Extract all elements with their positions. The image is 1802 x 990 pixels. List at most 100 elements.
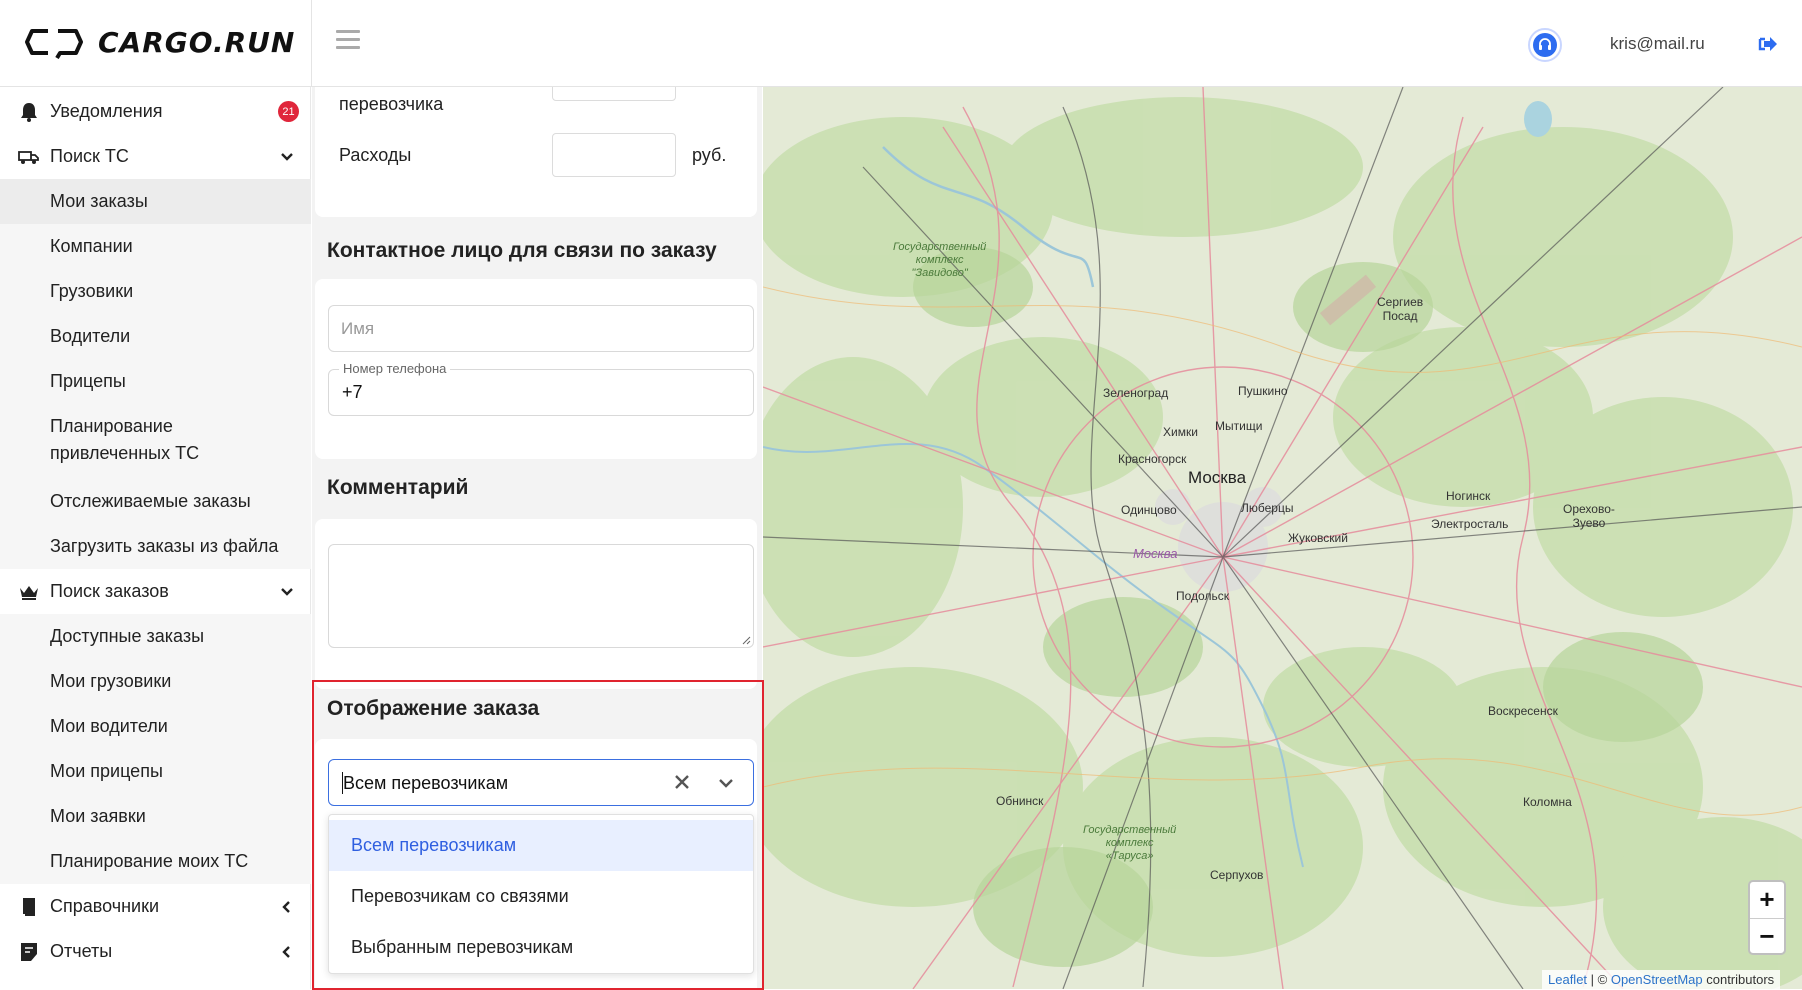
clear-icon[interactable] [673, 773, 691, 791]
headset-icon [1533, 33, 1557, 57]
sidebar-item-label: Мои заказы [50, 191, 148, 211]
order-visibility-select[interactable]: Всем перевозчикам [328, 759, 754, 806]
sidebar-item-label: Уведомления [50, 101, 163, 121]
sidebar-item-companies[interactable]: Компании [0, 224, 311, 269]
contact-name-placeholder: Имя [341, 319, 375, 338]
sidebar-item-drivers[interactable]: Водители [0, 314, 311, 359]
map-label-zhukovsky: Жуковский [1288, 531, 1348, 545]
expenses-input[interactable] [552, 133, 676, 177]
option-selected-carriers[interactable]: Выбранным перевозчикам [329, 922, 753, 973]
menu-toggle-icon[interactable] [336, 30, 360, 52]
sidebar-item-label: Доступные заказы [50, 626, 205, 646]
order-form-panel: перевозчика Расходы руб. Контактное лицо… [312, 87, 762, 989]
sidebar-item-tracked-orders[interactable]: Отслеживаемые заказы [0, 479, 311, 524]
visibility-options-dropdown: Всем перевозчикам Перевозчикам со связям… [328, 814, 754, 974]
map-label-khimki: Химки [1163, 425, 1198, 439]
sidebar-item-my-trailers[interactable]: Мои прицепы [0, 749, 311, 794]
map-label-tarusa: Государственный комплекс «Таруса» [1083, 824, 1177, 862]
sidebar-group-label: Справочники [50, 896, 160, 916]
leaflet-link[interactable]: Leaflet [1548, 972, 1587, 987]
chevron-left-icon [282, 900, 290, 913]
sidebar-item-label: Прицепы [50, 371, 126, 391]
map-label-noginsk: Ногинск [1446, 489, 1491, 503]
chevron-down-icon [281, 152, 293, 161]
expenses-label: Расходы [339, 145, 412, 165]
map-label-zavidovo: Государственный комплекс "Завидово" [893, 241, 987, 279]
chevron-down-icon [281, 587, 293, 596]
sidebar-item-label: Мои заявки [50, 806, 146, 826]
sidebar-item-notifications[interactable]: Уведомления 21 [0, 89, 311, 134]
map-zoom-control: + − [1748, 880, 1786, 955]
resize-handle-icon[interactable] [741, 635, 751, 645]
map-label-kolomna: Коломна [1523, 795, 1572, 809]
report-icon [18, 941, 40, 963]
sidebar-group-references[interactable]: Справочники [0, 884, 311, 929]
carrier-label: перевозчика [339, 94, 444, 114]
sidebar-item-my-requests[interactable]: Мои заявки [0, 794, 311, 839]
book-icon [18, 896, 40, 918]
sidebar-item-label: Отслеживаемые заказы [50, 491, 251, 511]
option-all-carriers[interactable]: Всем перевозчикам [329, 820, 753, 871]
map-label-lyubertsy: Люберцы [1241, 501, 1294, 515]
attribution-separator: | © [1587, 972, 1611, 987]
comment-textarea[interactable] [328, 544, 754, 648]
map-tiles [763, 87, 1802, 989]
sidebar-item-trucks[interactable]: Грузовики [0, 269, 311, 314]
logout-icon[interactable] [1758, 35, 1778, 53]
costs-card: перевозчика Расходы руб. [315, 87, 757, 217]
contact-card: Имя Номер телефона +7 [315, 279, 757, 459]
carrier-price-input[interactable] [552, 87, 676, 101]
sidebar-item-label: Планирование моих ТС [50, 851, 249, 871]
sidebar-item-my-trucks[interactable]: Мои грузовики [0, 659, 311, 704]
sidebar-item-planning-attracted[interactable]: Планирование привлеченных ТС [0, 404, 311, 479]
sidebar-item-available-orders[interactable]: Доступные заказы [0, 614, 311, 659]
map-label-podolsk: Подольск [1176, 589, 1229, 603]
sidebar-item-label: Компании [50, 236, 133, 256]
comment-card [315, 519, 757, 689]
zoom-out-button[interactable]: − [1750, 919, 1784, 954]
sidebar-item-label: Мои грузовики [50, 671, 172, 691]
sidebar: Уведомления 21 Поиск ТС Мои заказы Компа… [0, 87, 311, 989]
user-email[interactable]: kris@mail.ru [1610, 34, 1705, 54]
sidebar-item-my-vehicle-planning[interactable]: Планирование моих ТС [0, 839, 311, 884]
map-label-moscow-region: Москва [1133, 546, 1178, 561]
sidebar-group-label: Поиск заказов [50, 581, 169, 601]
logo-text: CARGO.RUN [98, 25, 296, 59]
sidebar-group-search-orders[interactable]: Поиск заказов [0, 569, 311, 614]
sidebar-group-reports[interactable]: Отчеты [0, 929, 311, 974]
select-value: Всем перевозчикам [343, 773, 509, 793]
display-card: Всем перевозчикам Всем перевозчикам Пере… [315, 739, 757, 989]
chevron-left-icon [282, 945, 290, 958]
logo[interactable]: CARGO.RUN [24, 22, 295, 62]
chevron-down-icon[interactable] [717, 775, 735, 791]
truck-icon [18, 146, 40, 168]
map-label-moscow: Москва [1188, 468, 1247, 487]
map[interactable]: Зеленоград Пушкино Химки Мытищи Красного… [763, 87, 1802, 989]
sidebar-item-my-orders[interactable]: Мои заказы [0, 179, 311, 224]
sidebar-item-my-drivers[interactable]: Мои водители [0, 704, 311, 749]
contact-name-input[interactable]: Имя [328, 305, 754, 352]
map-label-obninsk: Обнинск [996, 794, 1044, 808]
contact-phone-input[interactable]: Номер телефона +7 [328, 361, 754, 416]
map-label-sergiev-posad: Сергиев Посад [1377, 295, 1424, 323]
osm-link[interactable]: OpenStreetMap [1611, 972, 1703, 987]
header-divider [311, 0, 312, 87]
map-label-odintsovo: Одинцово [1121, 503, 1177, 517]
support-button[interactable] [1528, 28, 1562, 62]
crown-icon [18, 581, 40, 603]
sidebar-group-search-vehicles[interactable]: Поиск ТС [0, 134, 311, 179]
app-header: CARGO.RUN kris@mail.ru [0, 0, 1802, 87]
sidebar-item-trailers[interactable]: Прицепы [0, 359, 311, 404]
map-label-mytishchi: Мытищи [1215, 419, 1263, 433]
map-label-voskresensk: Воскресенск [1488, 704, 1558, 718]
sidebar-item-label: Водители [50, 326, 131, 346]
notification-badge: 21 [278, 101, 299, 122]
sidebar-group-label: Поиск ТС [50, 146, 129, 166]
zoom-in-button[interactable]: + [1750, 882, 1784, 917]
sidebar-item-label: Загрузить заказы из файла [50, 536, 279, 556]
option-connected-carriers[interactable]: Перевозчикам со связями [329, 871, 753, 922]
comment-section-title: Комментарий [327, 476, 469, 499]
map-label-serpukhov: Серпухов [1210, 868, 1264, 882]
expenses-currency: руб. [692, 145, 727, 165]
sidebar-item-upload-orders[interactable]: Загрузить заказы из файла [0, 524, 311, 569]
